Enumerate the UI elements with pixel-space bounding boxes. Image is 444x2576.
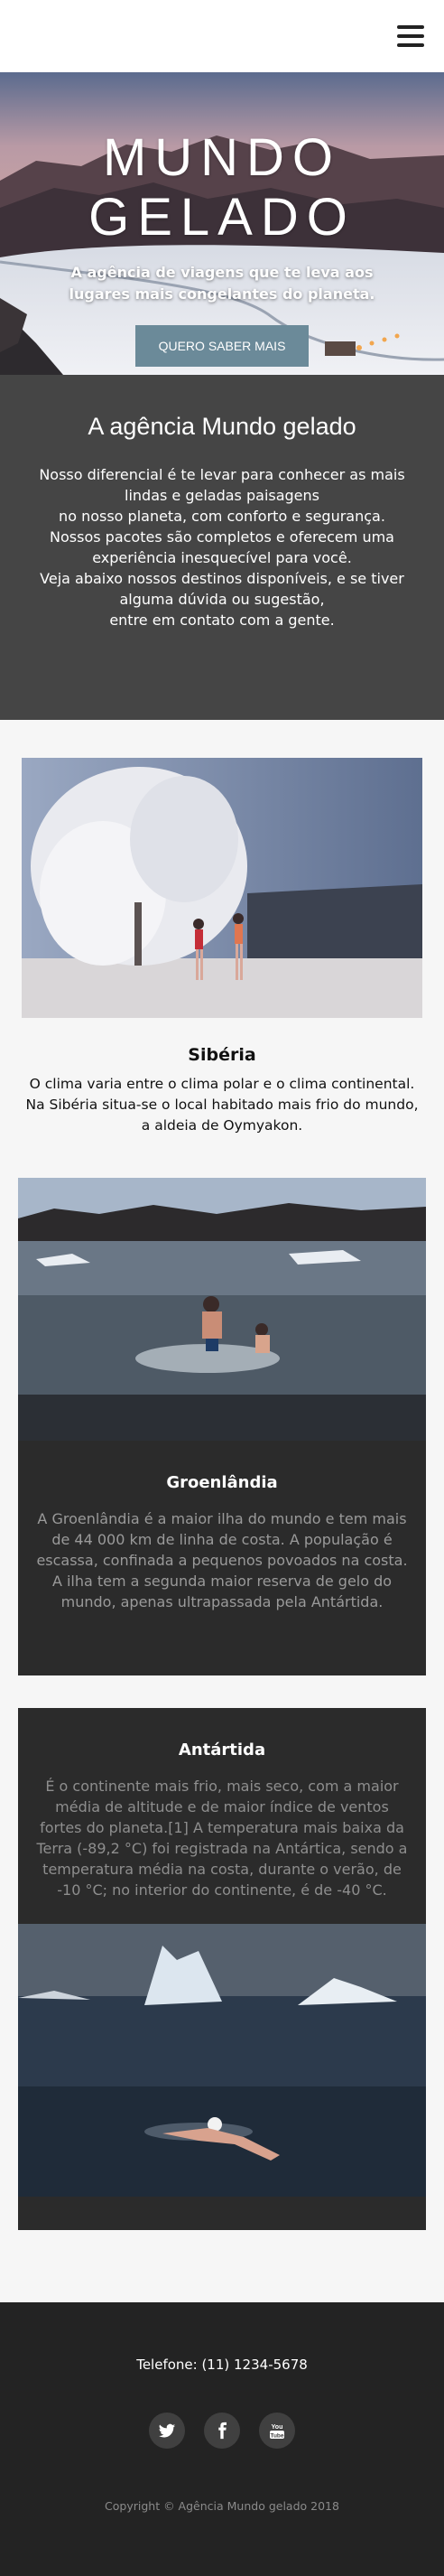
destination-antarctica: Antártida É o continente mais frio, mais… — [18, 1708, 426, 2230]
learn-more-button[interactable]: QUERO SABER MAIS — [134, 325, 310, 367]
about-line: Nosso diferencial é te levar para conhec… — [39, 466, 405, 504]
hero-banner: MUNDO GELADO A agência de viagens que te… — [0, 72, 444, 375]
about-title: A agência Mundo gelado — [88, 413, 356, 440]
social-links: You Tube — [0, 2413, 444, 2449]
phone-number: Telefone: (11) 1234-5678 — [136, 2357, 308, 2373]
hero-title-line2: GELADO — [88, 188, 356, 247]
twitter-icon[interactable] — [148, 2413, 185, 2449]
about-section: A agência Mundo gelado Nosso diferencial… — [0, 375, 444, 720]
about-text: Nosso diferencial é te levar para conhec… — [16, 464, 428, 630]
copyright-text: Copyright © Agência Mundo gelado 2018 — [105, 2499, 339, 2513]
hero-subtitle: A agência de viagens que te leva aos lug… — [69, 264, 375, 303]
antarctica-photo — [18, 1924, 426, 2197]
hero-title-line1: MUNDO — [102, 128, 342, 187]
about-line: Nossos pacotes são completos e oferecem … — [50, 528, 394, 566]
youtube-label-you: You — [272, 2424, 283, 2431]
about-line: Veja abaixo nossos destinos disponíveis,… — [40, 570, 404, 608]
siberia-text: O clima varia entre o clima polar e o cl… — [25, 1076, 419, 1134]
youtube-icon[interactable]: You Tube — [259, 2413, 296, 2449]
top-bar — [0, 0, 444, 72]
about-line: entre em contato com a gente. — [109, 611, 335, 629]
antarctica-text: É o continente mais frio, mais seco, com… — [36, 1778, 408, 1899]
about-line: no nosso planeta, com conforto e seguran… — [59, 508, 385, 525]
destination-siberia: Sibéria O clima varia entre o clima pola… — [22, 758, 422, 1136]
destinations-section: Sibéria O clima varia entre o clima pola… — [0, 720, 444, 2230]
hero-title: MUNDO GELADO — [0, 128, 444, 247]
siberia-photo — [22, 758, 422, 1018]
greenland-photo — [18, 1178, 426, 1441]
destination-greenland: Groenlândia A Groenlândia é a maior ilha… — [18, 1178, 426, 1675]
greenland-title: Groenlândia — [166, 1473, 278, 1492]
hero-content: MUNDO GELADO A agência de viagens que te… — [0, 128, 444, 367]
hamburger-menu-icon[interactable] — [397, 25, 424, 47]
greenland-text: A Groenlândia é a maior ilha do mundo e … — [36, 1510, 408, 1610]
footer: Telefone: (11) 1234-5678 You Tube Copyri… — [0, 2302, 444, 2576]
youtube-label-tube: Tube — [271, 2433, 284, 2440]
antarctica-title: Antártida — [178, 1741, 266, 1759]
siberia-title: Sibéria — [188, 1045, 256, 1065]
facebook-icon[interactable] — [204, 2413, 240, 2449]
